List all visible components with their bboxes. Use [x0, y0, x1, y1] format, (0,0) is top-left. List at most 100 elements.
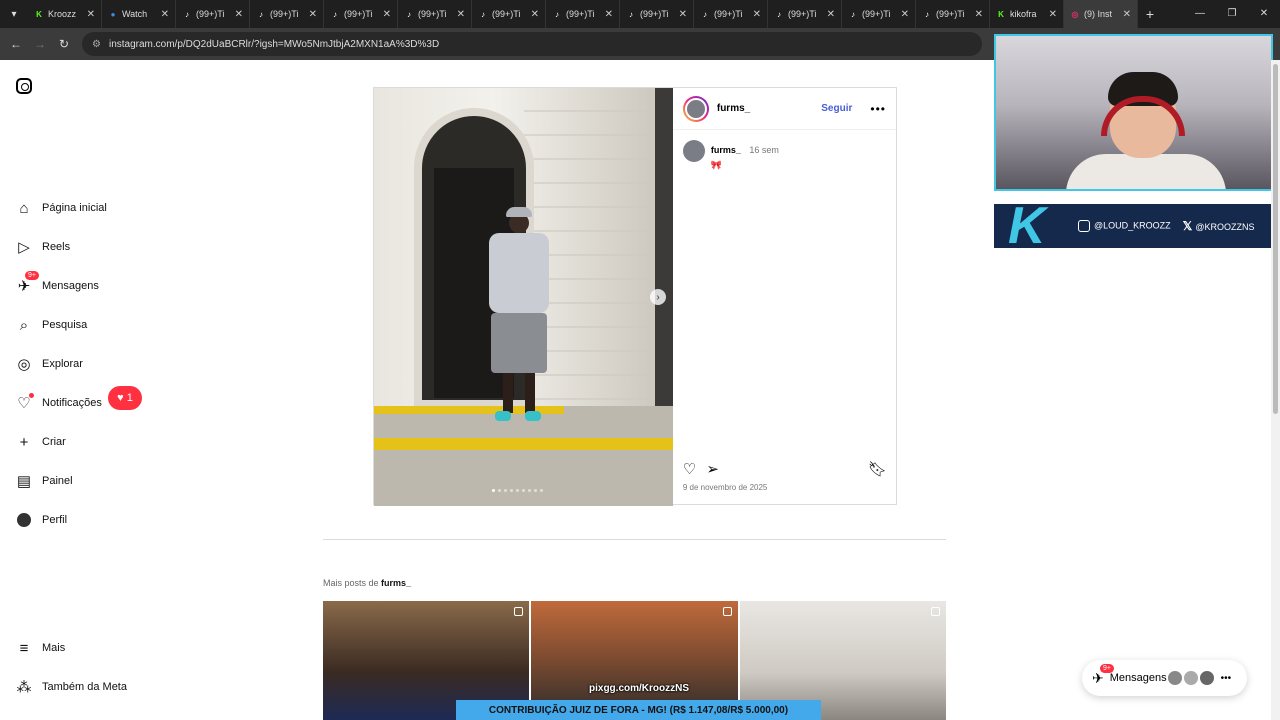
nav-messages[interactable]: ✈ 9+ Mensagens: [16, 271, 99, 295]
nav-home[interactable]: ⌂ Página inicial: [16, 200, 106, 217]
browser-tab[interactable]: ♪ (99+)Ti ✕: [472, 0, 546, 28]
nav-reels[interactable]: ▷ Reels: [16, 239, 71, 256]
close-window-icon[interactable]: ✕: [1248, 0, 1280, 28]
nav-explore[interactable]: ◎ Explorar: [16, 356, 83, 373]
close-tab-icon[interactable]: ✕: [975, 9, 983, 20]
follow-button[interactable]: Seguir: [821, 103, 852, 114]
url-text: instagram.com/p/DQ2dUaBCRlr/?igsh=MWo5Nm…: [108, 38, 440, 50]
restore-icon[interactable]: ❐: [1216, 0, 1248, 28]
browser-tab[interactable]: ♪ (99+)Ti ✕: [398, 0, 472, 28]
browser-tab[interactable]: ♪ (99+)Ti ✕: [250, 0, 324, 28]
close-tab-icon[interactable]: ✕: [383, 9, 391, 20]
avatar[interactable]: [682, 140, 705, 162]
nav-label: Criar: [42, 436, 66, 448]
share-icon[interactable]: ➢: [706, 460, 719, 478]
browser-tab[interactable]: ♪ (99+)Ti ✕: [768, 0, 842, 28]
tab-title: (99+)Ti: [418, 9, 447, 19]
more-posts-heading: Mais posts de furms_: [323, 578, 411, 588]
carousel-dot: [540, 489, 543, 492]
carousel-next-icon[interactable]: ›: [650, 289, 666, 305]
browser-tab[interactable]: ♪ (99+)Ti ✕: [176, 0, 250, 28]
caption-username[interactable]: furms_: [711, 145, 741, 155]
nav-create[interactable]: + Criar: [16, 434, 66, 451]
close-tab-icon[interactable]: ✕: [531, 9, 539, 20]
more-options-icon[interactable]: •••: [870, 102, 886, 116]
instagram-logo-icon[interactable]: [16, 78, 32, 94]
more-options-icon[interactable]: •••: [1221, 673, 1232, 684]
more-posts-prefix: Mais posts de: [323, 578, 382, 588]
carousel-dot: [534, 489, 537, 492]
page-scrollbar[interactable]: [1271, 60, 1280, 720]
browser-tab[interactable]: Kkikofra ✕: [990, 0, 1064, 28]
close-tab-icon[interactable]: ✕: [161, 9, 169, 20]
browser-tab[interactable]: ♪ (99+)Ti ✕: [620, 0, 694, 28]
nav-more[interactable]: ≡ Mais: [16, 639, 66, 657]
carousel-icon: [930, 607, 940, 616]
browser-tab[interactable]: K Kroozz ✕: [28, 0, 102, 28]
nav-label: Também da Meta: [42, 681, 127, 693]
tab-title: (99+)Ti: [640, 9, 669, 19]
tab-title: Watch: [122, 9, 148, 19]
nav-profile[interactable]: Perfil: [16, 512, 67, 528]
streamer-webcam: [994, 34, 1273, 191]
messenger-icon: ✈ 9+: [1092, 663, 1114, 687]
close-tab-icon[interactable]: ✕: [1049, 9, 1057, 20]
browser-tab[interactable]: ♪ (99+)Ti ✕: [842, 0, 916, 28]
caption-time[interactable]: 16 sem: [749, 145, 779, 155]
notification-count-pill[interactable]: ♥ 1: [108, 386, 142, 410]
meta-icon: ⁂: [16, 679, 32, 696]
back-icon[interactable]: ←: [4, 37, 28, 51]
more-posts-username[interactable]: furms_: [381, 578, 411, 588]
minimize-icon[interactable]: —: [1184, 0, 1216, 28]
caption: furms_ 16 sem 🎀: [682, 140, 779, 171]
reels-icon: ▷: [18, 239, 30, 256]
close-tab-icon[interactable]: ✕: [753, 9, 761, 20]
nav-notifications[interactable]: ♡ Notificações: [16, 393, 102, 412]
site-info-icon[interactable]: ⚙: [92, 39, 101, 50]
close-tab-icon[interactable]: ✕: [87, 9, 95, 20]
new-tab-button[interactable]: +: [1138, 6, 1162, 22]
close-tab-icon[interactable]: ✕: [235, 9, 243, 20]
forward-icon[interactable]: →: [28, 37, 52, 51]
nav-search[interactable]: ⌕ Pesquisa: [16, 317, 87, 334]
browser-tab[interactable]: ◎ (9) Inst ✕: [1064, 0, 1138, 28]
menu-icon: ≡: [19, 639, 29, 657]
close-tab-icon[interactable]: ✕: [605, 9, 613, 20]
close-tab-icon[interactable]: ✕: [457, 9, 465, 20]
tab-title: Kroozz: [48, 9, 77, 19]
carousel-dot: [528, 489, 531, 492]
post-image[interactable]: ›: [374, 88, 673, 506]
nav-dashboard[interactable]: ▤ Painel: [16, 473, 73, 490]
close-tab-icon[interactable]: ✕: [679, 9, 687, 20]
messages-floating-pill[interactable]: ✈ 9+ Mensagens •••: [1082, 660, 1247, 696]
avatar: [1198, 670, 1215, 686]
url-field[interactable]: ⚙ instagram.com/p/DQ2dUaBCRlr/?igsh=MWo5…: [82, 32, 982, 56]
like-heart-icon[interactable]: ♡: [683, 460, 696, 478]
post-header: furms_ Seguir •••: [672, 88, 896, 130]
nav-label: Reels: [42, 241, 71, 253]
avatar: [1166, 670, 1183, 686]
tab-title: (99+)Ti: [714, 9, 743, 19]
tiktok-icon: ♪: [259, 9, 263, 19]
browser-tab[interactable]: ♪ (99+)Ti ✕: [546, 0, 620, 28]
browser-tab[interactable]: ♪ (99+)Ti ✕: [694, 0, 768, 28]
nav-also-from-meta[interactable]: ⁂ Também da Meta: [16, 679, 127, 696]
streamer-social-banner: K @LOUD_KROOZZ 𝕏 @KROOZZNS: [994, 200, 1273, 252]
post-username[interactable]: furms_: [717, 103, 750, 114]
tab-search-button[interactable]: ▾: [0, 0, 28, 28]
tiktok-icon: ♪: [481, 9, 485, 19]
reload-icon[interactable]: ↻: [52, 37, 76, 51]
divider: [323, 539, 946, 540]
browser-tab[interactable]: ● Watch ✕: [102, 0, 176, 28]
close-tab-icon[interactable]: ✕: [901, 9, 909, 20]
close-tab-icon[interactable]: ✕: [1123, 9, 1131, 20]
tab-title: (99+)Ti: [566, 9, 595, 19]
close-tab-icon[interactable]: ✕: [309, 9, 317, 20]
avatar[interactable]: [682, 95, 709, 122]
browser-tab[interactable]: ♪ (99+)Ti ✕: [324, 0, 398, 28]
nav-label: Notificações: [42, 397, 102, 409]
tiktok-icon: ♪: [777, 9, 781, 19]
bookmark-icon[interactable]: 🔖︎: [868, 460, 887, 478]
browser-tab[interactable]: ♪ (99+)Ti ✕: [916, 0, 990, 28]
close-tab-icon[interactable]: ✕: [827, 9, 835, 20]
